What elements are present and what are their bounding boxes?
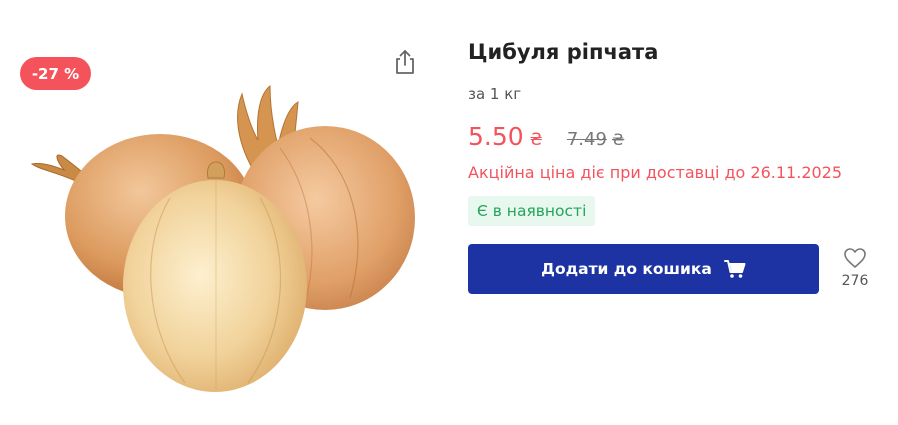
stock-status-badge: Є в наявності (468, 196, 596, 226)
product-title: Цибуля ріпчата (468, 40, 659, 64)
promo-text: Акційна ціна діє при доставці до 26.11.2… (468, 163, 843, 182)
favorites-count: 276 (841, 273, 869, 289)
product-gallery: -27 % (0, 0, 440, 425)
add-to-cart-button[interactable]: Додати до кошика (468, 244, 819, 294)
old-currency-symbol: ₴ (611, 130, 625, 149)
onion-front-stem (207, 161, 225, 179)
product-info: Цибуля ріпчата за 1 кг 5.50 ₴ 7.49 ₴ Акц… (468, 0, 888, 425)
heart-icon (844, 248, 866, 268)
currency-symbol: ₴ (529, 130, 543, 150)
product-image[interactable] (20, 78, 420, 408)
product-unit: за 1 кг (468, 85, 522, 103)
price-current: 5.50 (468, 122, 524, 151)
price-row: 5.50 ₴ 7.49 ₴ (468, 122, 624, 154)
add-to-cart-label: Додати до кошика (541, 260, 712, 278)
share-icon (396, 50, 414, 74)
cart-icon (723, 260, 746, 278)
favorite-button[interactable]: 276 (838, 247, 872, 295)
price-old: 7.49 (566, 129, 607, 150)
share-button[interactable] (392, 48, 418, 76)
